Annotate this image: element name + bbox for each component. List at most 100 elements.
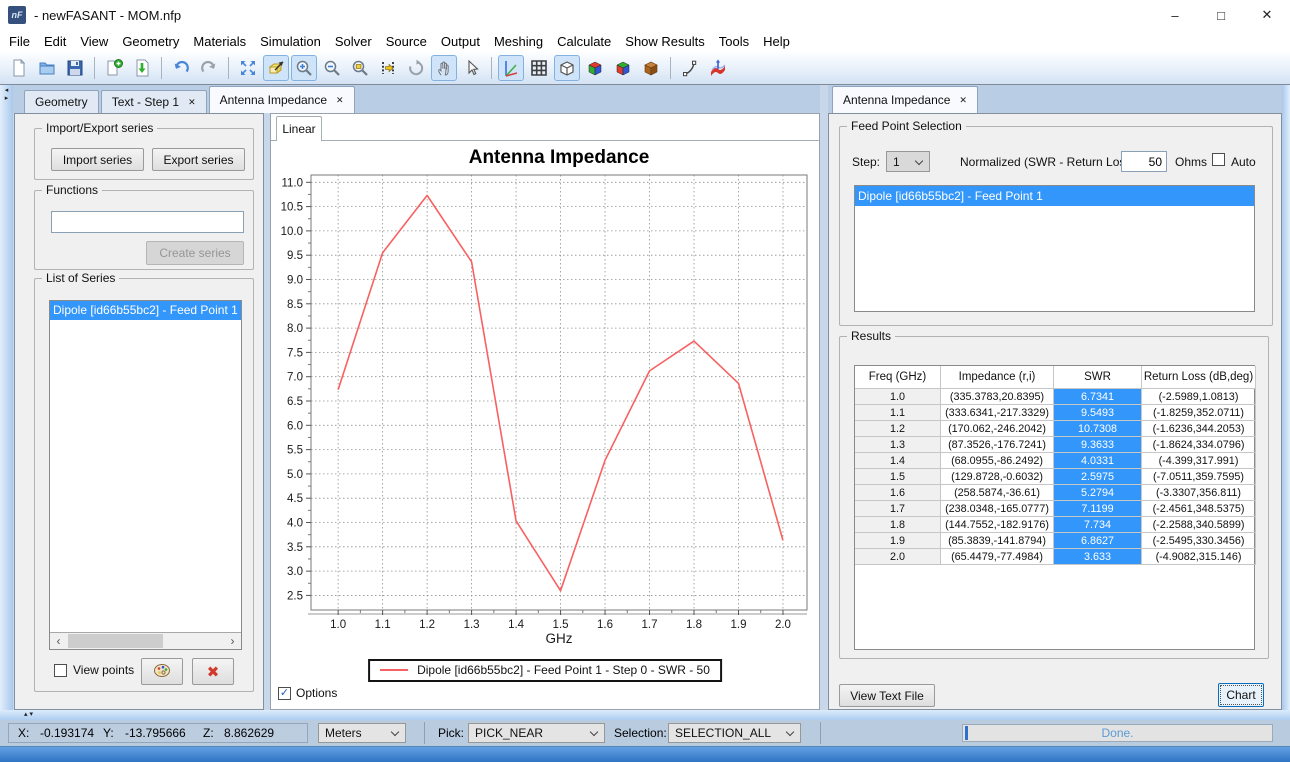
right-splitter-strip[interactable] (1282, 85, 1290, 710)
step-forward-icon[interactable] (375, 55, 401, 81)
series-list[interactable]: Dipole [id66b55bc2] - Feed Point 1 - Ste… (49, 300, 242, 650)
feed-point-list[interactable]: Dipole [id66b55bc2] - Feed Point 1 (854, 185, 1255, 312)
pan-view-icon[interactable] (431, 55, 457, 81)
results-row[interactable]: 2.0(65.4479,-77.4984)3.633(-4.9082,315.1… (855, 549, 1254, 565)
import-series-button[interactable]: Import series (51, 148, 144, 171)
new-series-file-icon[interactable] (101, 55, 127, 81)
results-row[interactable]: 1.0(335.3783,20.8395)6.7341(-2.5989,1.08… (855, 389, 1254, 405)
maximize-button[interactable]: □ (1198, 0, 1244, 30)
units-dropdown[interactable]: Meters (318, 723, 406, 743)
menu-source[interactable]: Source (379, 31, 434, 52)
create-series-button[interactable]: Create series (146, 241, 244, 265)
step-dropdown[interactable]: 1 (886, 151, 930, 172)
menu-solver[interactable]: Solver (328, 31, 379, 52)
radiation-pattern-icon[interactable] (705, 55, 731, 81)
close-button[interactable]: ✕ (1244, 0, 1290, 30)
results-row[interactable]: 1.1(333.6341,-217.3329)9.5493(-1.8259,35… (855, 405, 1254, 421)
results-row[interactable]: 1.5(129.8728,-0.6032)2.5975(-7.0511,359.… (855, 469, 1254, 485)
normalized-label: Normalized (SWR - Return Loss): (960, 155, 1115, 169)
auto-checkbox[interactable] (1212, 153, 1225, 166)
cursor-select-icon[interactable] (459, 55, 485, 81)
results-row[interactable]: 1.6(258.5874,-36.61)5.2794(-3.3307,356.8… (855, 485, 1254, 501)
rotate-view-icon[interactable] (403, 55, 429, 81)
export-series-button[interactable]: Export series (152, 148, 245, 171)
menu-simulation[interactable]: Simulation (253, 31, 328, 52)
delete-series-button[interactable]: ✖ (192, 658, 234, 685)
results-header-cell: Return Loss (dB,deg) (1142, 366, 1256, 389)
results-cell: (-4.9082,315.146) (1142, 549, 1256, 565)
selection-dropdown[interactable]: SELECTION_ALL (668, 723, 801, 743)
step-label: Step: (852, 155, 880, 169)
menu-tools[interactable]: Tools (712, 31, 756, 52)
title-bar: nF - newFASANT - MOM.nfp – □ ✕ (0, 0, 1290, 30)
view-text-file-button[interactable]: View Text File (839, 684, 935, 707)
results-header-cell: Impedance (r,i) (941, 366, 1054, 389)
results-header-cell: Freq (GHz) (855, 366, 941, 389)
normalized-input[interactable] (1121, 151, 1167, 172)
menu-help[interactable]: Help (756, 31, 797, 52)
solid-cube-rgb2-icon[interactable] (610, 55, 636, 81)
redo-icon[interactable] (196, 55, 222, 81)
menu-meshing[interactable]: Meshing (487, 31, 550, 52)
view-points-checkbox[interactable] (54, 664, 67, 677)
results-row[interactable]: 1.4(68.0955,-86.2492)4.0331(-4.399,317.9… (855, 453, 1254, 469)
open-folder-icon[interactable] (34, 55, 60, 81)
wireframe-cube-icon[interactable] (554, 55, 580, 81)
solid-cube-rgb-icon[interactable] (582, 55, 608, 81)
menu-edit[interactable]: Edit (37, 31, 73, 52)
close-icon[interactable]: ✕ (336, 95, 344, 106)
functions-group-title: Functions (42, 183, 102, 197)
scroll-right-icon[interactable]: › (224, 633, 241, 649)
zoom-window-icon[interactable] (347, 55, 373, 81)
tab-linear[interactable]: Linear (276, 116, 322, 141)
menu-geometry[interactable]: Geometry (115, 31, 186, 52)
chart-gridlines (311, 175, 807, 610)
grid-view-icon[interactable] (526, 55, 552, 81)
results-row[interactable]: 1.9(85.3839,-141.8794)6.8627(-2.5495,330… (855, 533, 1254, 549)
menu-view[interactable]: View (73, 31, 115, 52)
menu-output[interactable]: Output (434, 31, 487, 52)
series-color-button[interactable] (141, 658, 183, 685)
results-row[interactable]: 1.8(144.7552,-182.9176)7.734(-2.2588,340… (855, 517, 1254, 533)
tab-text-step-1[interactable]: Text - Step 1✕ (101, 90, 207, 113)
axes-view-icon[interactable] (498, 55, 524, 81)
new-file-icon[interactable] (6, 55, 32, 81)
tab-geometry[interactable]: Geometry (24, 90, 99, 113)
close-icon[interactable]: ✕ (959, 95, 967, 106)
undo-icon[interactable] (168, 55, 194, 81)
feed-point-list-item[interactable]: Dipole [id66b55bc2] - Feed Point 1 (855, 186, 1254, 206)
menu-show-results[interactable]: Show Results (618, 31, 711, 52)
scroll-thumb[interactable] (68, 634, 163, 648)
tab-antenna-impedance[interactable]: Antenna Impedance✕ (209, 86, 355, 113)
results-row[interactable]: 1.7(238.0348,-165.0777)7.1199(-2.4561,34… (855, 501, 1254, 517)
results-cell: 3.633 (1054, 549, 1142, 565)
function-input[interactable] (51, 211, 244, 233)
series-list-hscrollbar[interactable]: ‹ › (50, 632, 241, 649)
curve-tool-icon[interactable] (677, 55, 703, 81)
scroll-left-icon[interactable]: ‹ (50, 633, 67, 649)
tab-right-antenna-impedance[interactable]: Antenna Impedance✕ (832, 86, 978, 113)
zoom-out-icon[interactable] (319, 55, 345, 81)
chart-axes: 2.53.03.54.04.55.05.56.06.57.07.58.08.59… (281, 177, 791, 631)
delete-icon: ✖ (207, 663, 220, 681)
solid-cube-brown-icon[interactable] (638, 55, 664, 81)
horizontal-splitter[interactable]: ▴ ▾ (0, 710, 1290, 720)
import-series-icon[interactable] (129, 55, 155, 81)
pick-dropdown[interactable]: PICK_NEAR (468, 723, 605, 743)
zoom-in-icon[interactable] (291, 55, 317, 81)
fit-view-icon[interactable] (235, 55, 261, 81)
series-list-item[interactable]: Dipole [id66b55bc2] - Feed Point 1 - Ste (50, 301, 241, 320)
chart-button[interactable]: Chart (1218, 683, 1264, 707)
results-row[interactable]: 1.2(170.062,-246.2042)10.7308(-1.6236,34… (855, 421, 1254, 437)
menu-materials[interactable]: Materials (186, 31, 253, 52)
left-splitter-strip[interactable]: ◂▸ (0, 85, 13, 710)
minimize-button[interactable]: – (1152, 0, 1198, 30)
menu-file[interactable]: File (2, 31, 37, 52)
save-icon[interactable] (62, 55, 88, 81)
close-icon[interactable]: ✕ (188, 97, 196, 108)
select-face-icon[interactable] (263, 55, 289, 81)
menu-calculate[interactable]: Calculate (550, 31, 618, 52)
results-row[interactable]: 1.3(87.3526,-176.7241)9.3633(-1.8624,334… (855, 437, 1254, 453)
scroll-track[interactable] (67, 633, 224, 649)
options-checkbox[interactable]: ✓ (278, 687, 291, 700)
